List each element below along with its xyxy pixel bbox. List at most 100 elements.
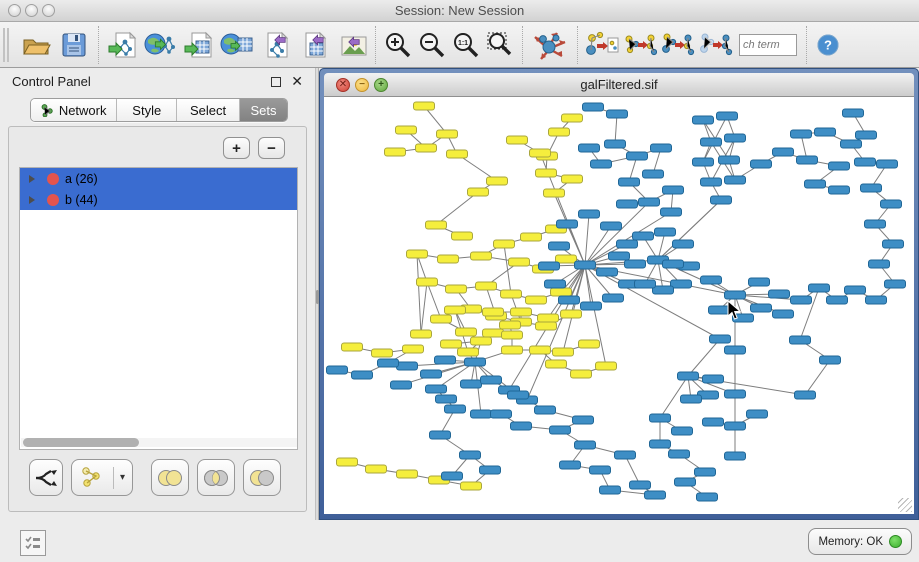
graph-node[interactable] <box>675 478 696 486</box>
graph-node[interactable] <box>502 331 523 339</box>
graph-node[interactable] <box>717 112 738 120</box>
graph-node[interactable] <box>437 130 458 138</box>
graph-node[interactable] <box>861 184 882 192</box>
graph-node[interactable] <box>711 196 732 204</box>
graph-node[interactable] <box>669 450 690 458</box>
graph-node[interactable] <box>511 308 532 316</box>
graph-node[interactable] <box>869 260 890 268</box>
graph-node[interactable] <box>397 470 418 478</box>
graph-node[interactable] <box>445 306 466 314</box>
graph-node[interactable] <box>617 200 638 208</box>
graph-node[interactable] <box>591 160 612 168</box>
graph-node[interactable] <box>426 221 447 229</box>
graph-node[interactable] <box>635 280 656 288</box>
graph-node[interactable] <box>725 291 746 299</box>
graph-node[interactable] <box>725 452 746 460</box>
graph-node[interactable] <box>617 240 638 248</box>
set-row-a[interactable]: a (26) <box>20 168 297 189</box>
graph-node[interactable] <box>396 126 417 134</box>
graph-node[interactable] <box>509 258 530 266</box>
graph-node[interactable] <box>815 128 836 136</box>
apply-layout-button[interactable] <box>528 26 572 64</box>
horizontal-scrollbar[interactable] <box>21 438 297 447</box>
graph-node[interactable] <box>416 144 437 152</box>
graph-node[interactable] <box>627 152 648 160</box>
graph-node[interactable] <box>597 268 618 276</box>
tab-select[interactable]: Select <box>177 99 240 121</box>
graph-node[interactable] <box>725 390 746 398</box>
split-sets-button[interactable] <box>29 459 63 496</box>
graph-node[interactable] <box>651 144 672 152</box>
graph-node[interactable] <box>805 180 826 188</box>
graph-node[interactable] <box>544 189 565 197</box>
graph-node[interactable] <box>551 288 572 296</box>
graph-node[interactable] <box>446 285 467 293</box>
graph-node[interactable] <box>829 162 850 170</box>
graph-node[interactable] <box>603 294 624 302</box>
export-table-button[interactable] <box>294 26 332 64</box>
graph-node[interactable] <box>483 308 504 316</box>
graph-node[interactable] <box>481 376 502 384</box>
graph-node[interactable] <box>579 210 600 218</box>
graph-edge[interactable] <box>436 192 478 225</box>
graph-node[interactable] <box>773 310 794 318</box>
graph-node[interactable] <box>511 422 532 430</box>
graph-node[interactable] <box>545 280 566 288</box>
graph-node[interactable] <box>663 260 684 268</box>
graph-node[interactable] <box>747 410 768 418</box>
graph-node[interactable] <box>438 255 459 263</box>
graph-node[interactable] <box>417 278 438 286</box>
graph-node[interactable] <box>725 176 746 184</box>
graph-node[interactable] <box>559 296 580 304</box>
graph-node[interactable] <box>452 232 473 240</box>
graph-node[interactable] <box>471 410 492 418</box>
import-network-database-button[interactable] <box>142 26 180 64</box>
graph-node[interactable] <box>650 440 671 448</box>
graph-node[interactable] <box>536 322 557 330</box>
graph-node[interactable] <box>600 486 621 494</box>
graph-node[interactable] <box>725 134 746 142</box>
graph-node[interactable] <box>385 148 406 156</box>
graph-node[interactable] <box>471 252 492 260</box>
set-row-b[interactable]: b (44) <box>20 189 297 210</box>
graph-node[interactable] <box>447 150 468 158</box>
graph-node[interactable] <box>719 156 740 164</box>
graph-node[interactable] <box>431 315 452 323</box>
graph-node[interactable] <box>881 200 902 208</box>
graph-node[interactable] <box>436 395 457 403</box>
difference-button[interactable] <box>243 459 281 496</box>
show-all-button[interactable] <box>697 26 735 64</box>
graph-node[interactable] <box>337 458 358 466</box>
graph-node[interactable] <box>695 468 716 476</box>
graph-node[interactable] <box>502 346 523 354</box>
graph-node[interactable] <box>501 290 522 298</box>
import-table-url-button[interactable] <box>218 26 256 64</box>
graph-node[interactable] <box>480 466 501 474</box>
graph-node[interactable] <box>701 178 722 186</box>
graph-node[interactable] <box>500 321 521 329</box>
graph-node[interactable] <box>557 220 578 228</box>
graph-node[interactable] <box>442 472 463 480</box>
graph-node[interactable] <box>571 370 592 378</box>
graph-node[interactable] <box>841 140 862 148</box>
graph-node[interactable] <box>725 422 746 430</box>
graph-node[interactable] <box>561 310 582 318</box>
graph-node[interactable] <box>508 391 529 399</box>
graph-node[interactable] <box>633 232 654 240</box>
graph-node[interactable] <box>461 482 482 490</box>
graph-node[interactable] <box>791 296 812 304</box>
graph-node[interactable] <box>866 296 887 304</box>
graph-node[interactable] <box>526 296 547 304</box>
export-network-button[interactable] <box>256 26 294 64</box>
graph-node[interactable] <box>829 186 850 194</box>
graph-edge[interactable] <box>805 360 830 395</box>
graph-node[interactable] <box>643 170 664 178</box>
graph-node[interactable] <box>391 381 412 389</box>
tab-sets[interactable]: Sets <box>240 99 287 121</box>
graph-node[interactable] <box>797 156 818 164</box>
create-set-from-network-button[interactable]: ▾ <box>71 459 133 496</box>
import-network-file-button[interactable] <box>104 26 142 64</box>
graph-node[interactable] <box>468 188 489 196</box>
graph-node[interactable] <box>791 130 812 138</box>
graph-node[interactable] <box>521 233 542 241</box>
